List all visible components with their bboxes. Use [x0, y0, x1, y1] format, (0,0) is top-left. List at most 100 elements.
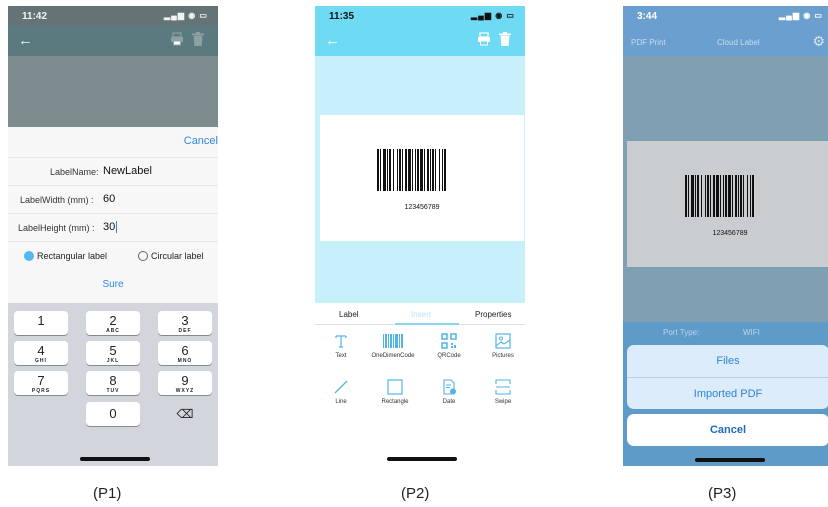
- label-height-label: LabelHeight (mm) :: [18, 223, 95, 233]
- label-height-input[interactable]: 30: [103, 221, 118, 234]
- label-name-row[interactable]: LabelName: NewLabel: [8, 157, 218, 185]
- tool-label: Line: [335, 399, 347, 405]
- date-tool-icon: [443, 379, 456, 395]
- key-digit: 6: [181, 343, 189, 358]
- barcode-bars: [377, 149, 446, 191]
- key-digit: 0: [109, 406, 117, 421]
- tool-onedimencode[interactable]: OneDimenCode: [363, 333, 423, 359]
- tool-line[interactable]: Line: [315, 379, 371, 405]
- tool-label: Date: [442, 399, 456, 405]
- barcode-digits: 123456789: [712, 230, 748, 237]
- trash-icon[interactable]: [192, 32, 206, 47]
- radio-selected-icon: [24, 251, 34, 261]
- cancel-button[interactable]: Cancel: [627, 414, 828, 446]
- status-time: 11:42: [22, 11, 48, 22]
- key-9[interactable]: 9 WXYZ: [158, 371, 212, 395]
- tool-date[interactable]: Date: [419, 379, 479, 405]
- signal-wifi-battery-icon: ▂▄▆ ◉ ▭: [471, 11, 515, 20]
- qrcode-tool-icon: [441, 333, 457, 349]
- label-name-input[interactable]: NewLabel: [103, 165, 152, 177]
- barcode-digits: 123456789: [404, 204, 440, 211]
- barcode-bars: [685, 175, 754, 217]
- swipe-tool-icon: [495, 379, 511, 395]
- home-indicator: [695, 458, 765, 462]
- trash-icon[interactable]: [499, 32, 513, 47]
- print-icon[interactable]: [170, 32, 184, 47]
- line-tool-icon: [334, 380, 348, 394]
- key-5[interactable]: 5 JKL: [86, 341, 140, 365]
- key-1[interactable]: 1: [14, 311, 68, 335]
- tool-label: Swipe: [494, 399, 512, 405]
- dimmed-editor-background: 11:42 ▂▄▆ ◉ ▭ ←: [8, 6, 218, 127]
- status-bar: 11:42 ▂▄▆ ◉ ▭: [8, 6, 218, 26]
- tool-label: Pictures: [492, 353, 514, 359]
- print-icon[interactable]: [477, 32, 491, 47]
- active-tab-indicator: [395, 323, 459, 325]
- key-letters: PQRS: [31, 388, 51, 394]
- port-type-row: Port Type: WIFI: [663, 328, 760, 337]
- key-4[interactable]: 4 GHI: [14, 341, 68, 365]
- home-indicator: [80, 457, 150, 461]
- key-letters: MNO: [177, 358, 193, 364]
- key-digit: 7: [37, 373, 45, 388]
- key-digit: 9: [181, 373, 189, 388]
- phone-screen-p1: 11:42 ▂▄▆ ◉ ▭ ← Cancel LabelName: NewLab…: [8, 6, 218, 466]
- nav-bar: ←: [315, 26, 525, 56]
- label-width-row[interactable]: LabelWidth (mm) : 60: [8, 185, 218, 213]
- text-caret: [116, 221, 118, 234]
- caption-p2: (P2): [401, 485, 430, 502]
- key-7[interactable]: 7 PQRS: [14, 371, 68, 395]
- nav-bar: PDF Print Cloud Label ⚙: [623, 26, 828, 56]
- tab-cloud-label[interactable]: Cloud Label: [717, 38, 760, 47]
- numeric-keypad: 1 2 ABC 3 DEF 4 GHI 5 JKL 6 MNO 7 PQRS 8 TUV 9W…: [8, 303, 218, 466]
- key-digit: 8: [109, 373, 117, 388]
- picture-tool-icon: [495, 333, 511, 349]
- status-bar: 11:35 ▂▄▆ ◉ ▭: [315, 6, 525, 26]
- tab-properties[interactable]: Properties: [475, 310, 511, 319]
- tab-insert[interactable]: Insert: [411, 310, 431, 319]
- signal-wifi-battery-icon: ▂▄▆ ◉ ▭: [779, 11, 823, 20]
- key-6[interactable]: 6 MNO: [158, 341, 212, 365]
- files-button[interactable]: Files: [627, 345, 828, 377]
- circular-label-radio[interactable]: Circular label: [138, 251, 204, 261]
- port-type-value: WIFI: [743, 328, 760, 337]
- cancel-button[interactable]: Cancel: [184, 135, 218, 147]
- key-letters: DEF: [178, 328, 192, 334]
- dimmed-canvas: [8, 56, 218, 127]
- label-canvas[interactable]: 123456789: [320, 115, 524, 241]
- key-8[interactable]: 8 TUV: [86, 371, 140, 395]
- backspace-icon[interactable]: ⌫: [158, 402, 212, 426]
- key-0[interactable]: 0: [86, 402, 140, 426]
- radio-unselected-icon: [138, 251, 148, 261]
- tab-pdf-print[interactable]: PDF Print: [631, 38, 666, 47]
- key-letters: GHI: [35, 358, 47, 364]
- label-height-row[interactable]: LabelHeight (mm) : 30: [8, 213, 218, 241]
- editor-panel: Label Insert Properties Text OneDimenCod…: [315, 303, 525, 466]
- tool-swipe[interactable]: Swipe: [473, 379, 525, 405]
- key-3[interactable]: 3 DEF: [158, 311, 212, 335]
- label-width-input[interactable]: 60: [103, 193, 115, 205]
- key-letters: ABC: [106, 328, 120, 334]
- gear-icon[interactable]: ⚙: [812, 33, 825, 50]
- new-label-sheet: Cancel LabelName: NewLabel LabelWidth (m…: [8, 127, 218, 303]
- tool-pictures[interactable]: Pictures: [473, 333, 525, 359]
- sure-button[interactable]: Sure: [8, 279, 218, 290]
- back-arrow-icon[interactable]: ←: [18, 32, 33, 49]
- key-2[interactable]: 2 ABC: [86, 311, 140, 335]
- status-time: 11:35: [329, 11, 355, 22]
- tool-rectangle[interactable]: Rectangle: [365, 379, 425, 405]
- tool-label: Rectangle: [381, 399, 409, 405]
- key-digit: 3: [181, 313, 189, 328]
- label-height-value: 30: [103, 221, 116, 233]
- rectangle-tool-icon: [387, 379, 403, 395]
- tool-qrcode[interactable]: QRCode: [419, 333, 479, 359]
- barcode-element[interactable]: 123456789: [377, 149, 467, 211]
- key-letters: TUV: [106, 388, 120, 394]
- tab-label[interactable]: Label: [339, 310, 359, 319]
- label-name-label: LabelName:: [50, 167, 99, 177]
- back-arrow-icon[interactable]: ←: [325, 32, 340, 49]
- rectangular-label-radio[interactable]: Rectangular label: [24, 251, 107, 261]
- editor-tabs: Label Insert Properties: [315, 303, 525, 325]
- phone-screen-p3: 3:44 ▂▄▆ ◉ ▭ PDF Print Cloud Label ⚙ 123…: [623, 6, 828, 466]
- imported-pdf-button[interactable]: Imported PDF: [627, 377, 828, 409]
